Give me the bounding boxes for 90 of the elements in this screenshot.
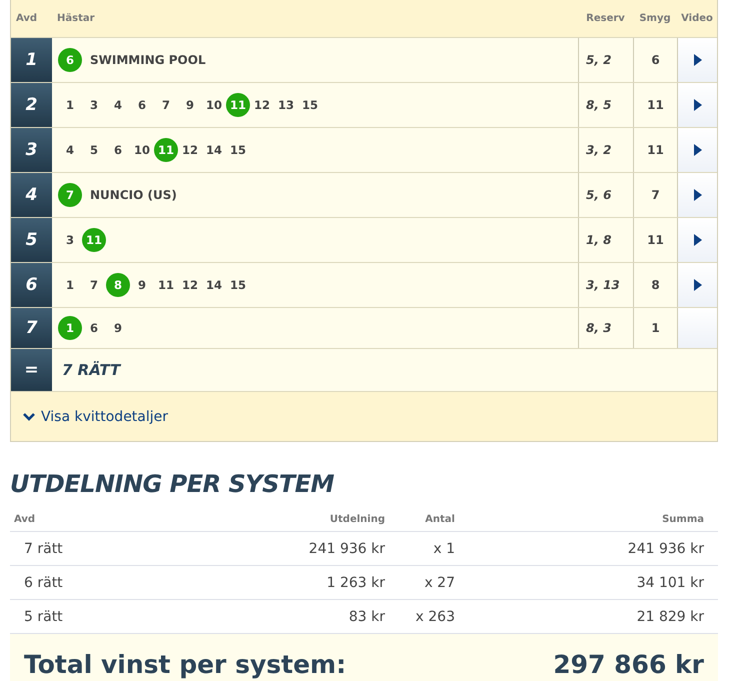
race-number: 2: [11, 83, 52, 127]
race-number: 5: [11, 218, 52, 262]
column-header: Hästar: [56, 13, 96, 24]
winner-horse-number: 8: [106, 273, 130, 297]
column-header: Antal: [424, 514, 456, 525]
horse-number: 3: [88, 97, 99, 114]
race-number: 1: [11, 38, 52, 82]
horse-number: 6: [136, 97, 147, 114]
column-header: Utdelning: [328, 514, 386, 525]
table-cell-text: x 1: [432, 540, 456, 556]
column-header: Summa: [661, 514, 705, 525]
play-icon: [692, 189, 702, 201]
result-text: 7 RÄTT: [61, 361, 122, 379]
horse-number: 14: [204, 142, 223, 159]
winner-horse-number: 1: [58, 316, 82, 340]
table-cell-text: x 27: [423, 574, 456, 590]
column-header: Video: [680, 13, 714, 24]
result-symbol: =: [11, 349, 52, 391]
horse-number: 14: [204, 277, 223, 294]
total-value: 297 866 kr: [553, 650, 704, 678]
section-title: UTDELNING PER SYSTEM: [10, 470, 336, 498]
table-cell: 8, 5: [578, 83, 633, 127]
horse-number: 7: [88, 277, 99, 294]
horse-number: 4: [112, 97, 123, 114]
horse-number: 9: [136, 277, 147, 294]
horse-number: 12: [180, 142, 199, 159]
horse-number: 15: [228, 142, 247, 159]
table-cell-text: x 263: [414, 608, 456, 624]
horse-number: 10: [132, 142, 151, 159]
chevron-down-icon: [23, 412, 35, 420]
play-icon: [692, 279, 702, 291]
horse-number: 15: [228, 277, 247, 294]
table-cell: 5, 6: [578, 173, 633, 217]
table-cell: 3, 2: [578, 128, 633, 172]
winner-horse-number: 11: [154, 138, 178, 162]
horse-number: 3: [64, 232, 75, 249]
table-cell-text: 1 263 kr: [326, 574, 386, 590]
column-header: Reserv: [585, 13, 626, 24]
horse-number: 6: [112, 142, 123, 159]
play-video-button[interactable]: [692, 279, 702, 291]
play-icon: [692, 54, 702, 66]
play-video-button[interactable]: [692, 234, 702, 246]
total-label: Total vinst per system:: [24, 650, 346, 678]
horse-number: 1: [64, 277, 75, 294]
race-number: 7: [11, 308, 52, 348]
table-cell-text: 241 936 kr: [626, 540, 705, 556]
play-video-button[interactable]: [692, 144, 702, 156]
winner-horse-number: 6: [58, 48, 82, 72]
horse-number: 13: [276, 97, 295, 114]
table-cell: 1, 8: [578, 218, 633, 262]
horse-number: 1: [64, 97, 75, 114]
column-header: Smyg: [638, 13, 672, 24]
horse-name: NUNCIO (US): [90, 188, 177, 202]
receipt-details-link[interactable]: Visa kvittodetaljer: [23, 408, 168, 424]
horse-number: 9: [112, 320, 123, 337]
horse-number: 12: [180, 277, 199, 294]
table-cell: 3, 13: [578, 263, 633, 307]
horse-number: 11: [156, 277, 175, 294]
winner-horse-number: 11: [226, 93, 250, 117]
horse-number: 6: [88, 320, 99, 337]
race-number: 3: [11, 128, 52, 172]
horse-number: 10: [204, 97, 223, 114]
horse-number: 5: [88, 142, 99, 159]
play-video-button[interactable]: [692, 189, 702, 201]
column-header: Avd: [15, 13, 38, 24]
race-number: 6: [11, 263, 52, 307]
table-cell-text: 5 rätt: [23, 608, 64, 624]
horse-name: SWIMMING POOL: [90, 53, 206, 67]
play-video-button[interactable]: [692, 54, 702, 66]
horse-number: 15: [300, 97, 319, 114]
table-cell: 5, 2: [578, 38, 633, 82]
play-icon: [692, 99, 702, 111]
horse-number: 9: [184, 97, 195, 114]
table-cell-text: 21 829 kr: [636, 608, 705, 624]
table-cell: 8, 3: [578, 308, 633, 348]
column-header: Avd: [13, 514, 36, 525]
play-icon: [692, 144, 702, 156]
horse-number: 7: [160, 97, 171, 114]
play-icon: [692, 234, 702, 246]
table-cell-text: 7 rätt: [23, 540, 64, 556]
table-cell-text: 34 101 kr: [636, 574, 705, 590]
race-number: 4: [11, 173, 52, 217]
play-video-button[interactable]: [692, 99, 702, 111]
horse-number: 12: [252, 97, 271, 114]
table-cell-text: 241 936 kr: [308, 540, 386, 556]
table-cell-text: 83 kr: [348, 608, 386, 624]
winner-horse-number: 11: [82, 228, 106, 252]
horse-number: 4: [64, 142, 75, 159]
winner-horse-number: 7: [58, 183, 82, 207]
table-cell-text: 6 rätt: [23, 574, 64, 590]
